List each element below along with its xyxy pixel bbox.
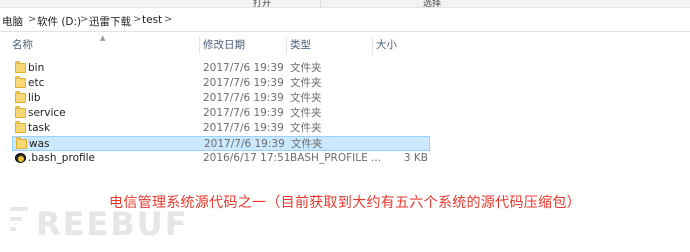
ribbon-strip: 打开 选择 — [0, 0, 690, 9]
ribbon-separator — [320, 0, 321, 8]
file-date: 2017/7/6 19:39 — [203, 62, 284, 74]
watermark-text: REEBUF — [36, 205, 189, 243]
folder-icon — [15, 91, 26, 103]
file-name: service — [28, 107, 66, 119]
file-date: 2017/7/6 19:39 — [203, 77, 284, 89]
watermark-logo-icon — [10, 203, 32, 243]
file-type: 文件夹 — [290, 62, 322, 74]
file-row-lib[interactable]: lib 2017/7/6 19:39 文件夹 — [12, 91, 430, 106]
file-date: 2017/7/6 19:39 — [203, 92, 284, 104]
folder-icon — [15, 61, 26, 73]
file-name: .bash_profile — [28, 152, 95, 164]
file-name: bin — [28, 62, 45, 74]
file-size: 3 KB — [403, 152, 428, 164]
file-row-was[interactable]: was 2017/7/6 19:39 文件夹 — [12, 136, 430, 151]
breadcrumb-item-computer[interactable]: 电脑 — [2, 14, 23, 29]
file-row-bash-profile[interactable]: .bash_profile 2016/6/17 17:51 BASH_PROFI… — [12, 151, 430, 166]
file-type: 文件夹 — [290, 122, 322, 134]
file-row-task[interactable]: task 2017/7/6 19:39 文件夹 — [12, 121, 430, 136]
chevron-right-icon[interactable]: > — [133, 14, 141, 25]
file-row-service[interactable]: service 2017/7/6 19:39 文件夹 — [12, 106, 430, 121]
folder-icon — [16, 137, 27, 149]
folder-icon — [15, 76, 26, 88]
file-row-bin[interactable]: bin 2017/7/6 19:39 文件夹 — [12, 61, 430, 76]
column-header-type[interactable]: 类型 — [286, 34, 372, 56]
chevron-right-icon[interactable]: > — [80, 14, 88, 25]
chevron-right-icon[interactable]: > — [28, 14, 36, 25]
file-date: 2017/7/6 19:39 — [204, 138, 285, 150]
file-row-etc[interactable]: etc 2017/7/6 19:39 文件夹 — [12, 76, 430, 91]
file-date: 2017/7/6 19:39 — [203, 107, 284, 119]
breadcrumb-item-downloads[interactable]: 迅雷下载 — [89, 14, 131, 29]
file-name: etc — [28, 77, 45, 89]
column-header-size[interactable]: 大小 — [372, 34, 430, 56]
file-gear-icon — [15, 153, 26, 163]
address-bar[interactable]: 电脑 > 软件 (D:) > 迅雷下载 > test > — [0, 10, 690, 32]
file-name: lib — [28, 92, 41, 104]
breadcrumb-item-drive[interactable]: 软件 (D:) — [37, 14, 81, 29]
file-name: was — [29, 138, 50, 150]
column-header-name[interactable]: 名称 — [8, 34, 198, 56]
breadcrumb-item-test[interactable]: test — [142, 14, 162, 26]
file-type: BASH_PROFILE ... — [290, 152, 382, 164]
folder-icon — [15, 106, 26, 118]
file-type: 文件夹 — [290, 77, 322, 89]
ribbon-select-label[interactable]: 选择 — [423, 0, 441, 9]
file-type: 文件夹 — [291, 138, 323, 150]
file-date: 2017/7/6 19:39 — [203, 122, 284, 134]
ribbon-open-label[interactable]: 打开 — [253, 0, 271, 9]
chevron-right-icon[interactable]: > — [164, 14, 172, 25]
file-name: task — [28, 122, 51, 134]
file-date: 2016/6/17 17:51 — [203, 152, 291, 164]
file-type: 文件夹 — [290, 92, 322, 104]
column-header-row: ▲ 名称 修改日期 类型 大小 — [0, 34, 690, 56]
file-type: 文件夹 — [290, 107, 322, 119]
column-header-date[interactable]: 修改日期 — [199, 34, 285, 56]
folder-icon — [15, 121, 26, 133]
